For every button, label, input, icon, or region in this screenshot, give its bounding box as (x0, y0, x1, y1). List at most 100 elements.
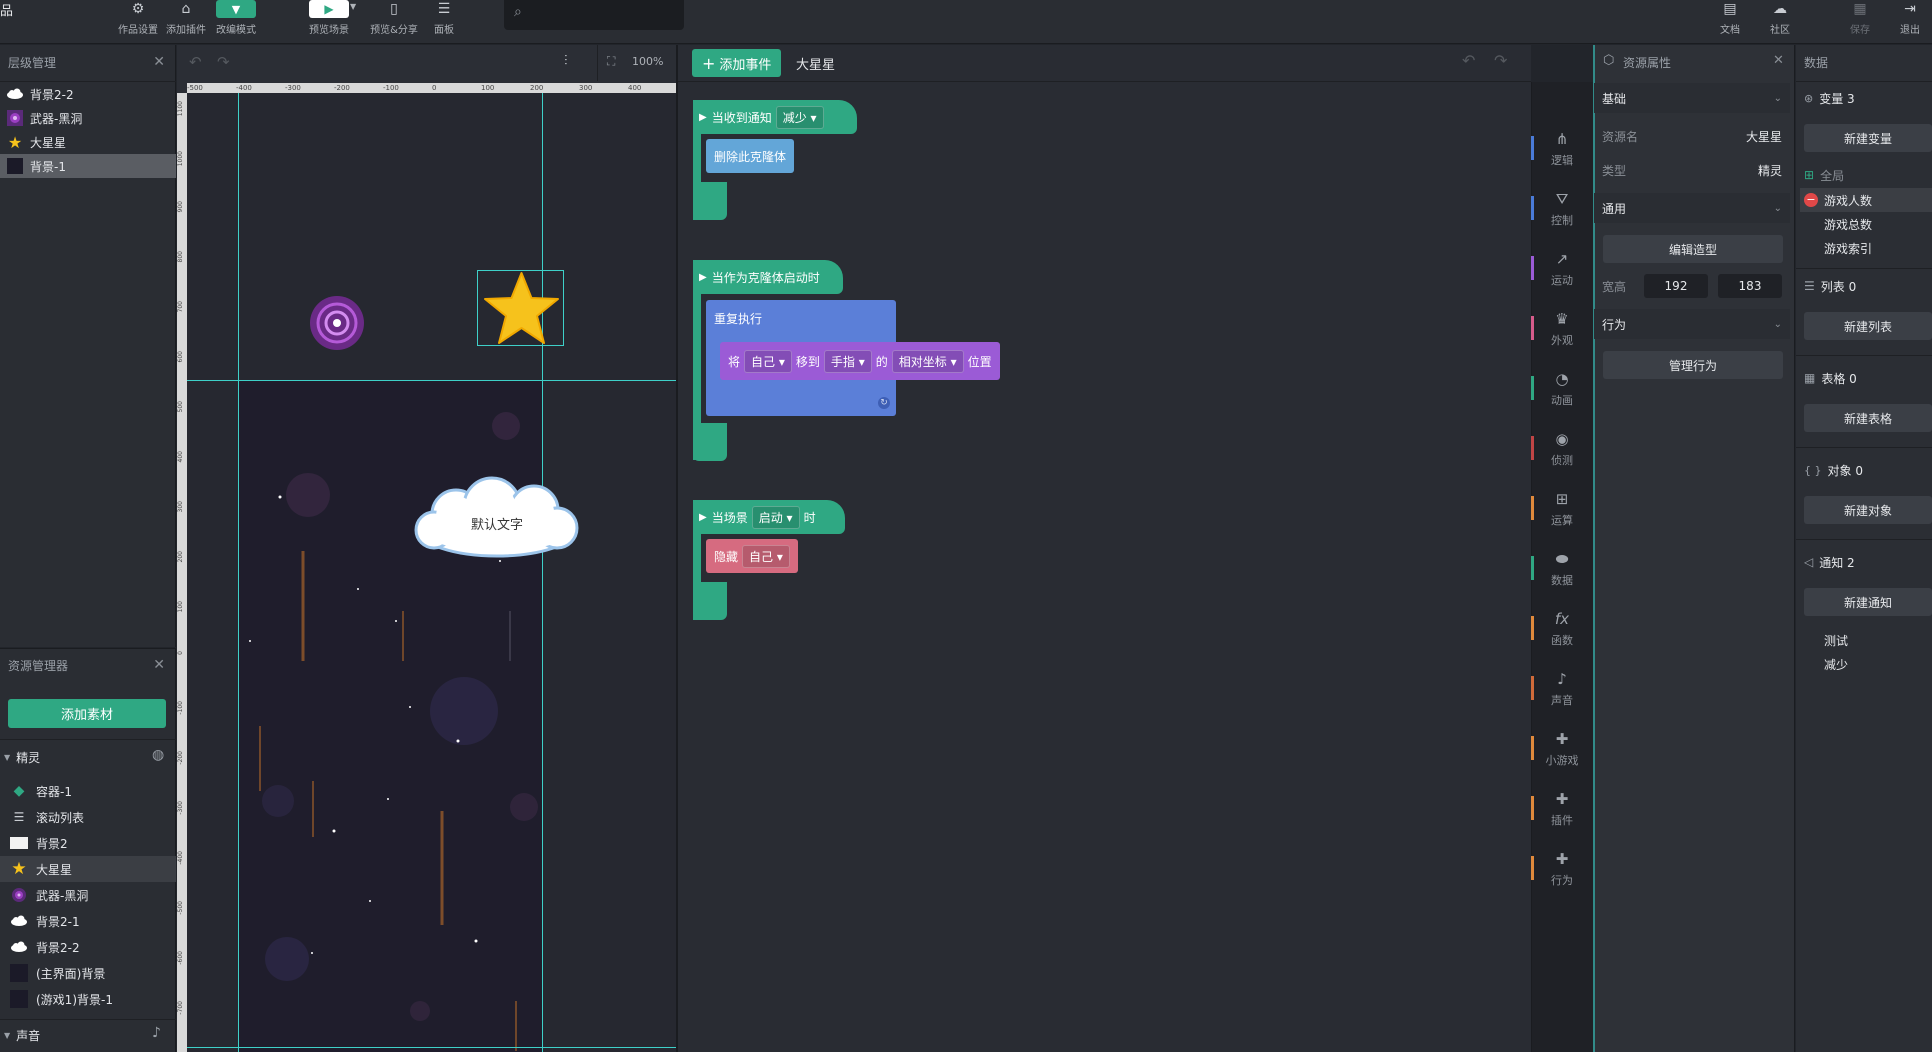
category-behavior[interactable]: ✚ 行为 (1534, 840, 1590, 898)
chevron-down-icon: ⌄ (1773, 92, 1782, 104)
scene-state-dropdown[interactable]: 启动 ▾ (751, 505, 800, 529)
ruler-tick-label: -400 (177, 851, 184, 865)
blackhole-sprite[interactable] (309, 295, 365, 351)
category-looks[interactable]: ♛ 外观 (1534, 300, 1590, 358)
zoom-level[interactable]: 100% (632, 55, 663, 68)
lists-header[interactable]: ☰ 列表 0 (1800, 274, 1932, 298)
category-animation[interactable]: ◔ 动画 (1534, 360, 1590, 418)
exit-button[interactable]: ⇥ 退出 (1890, 0, 1930, 44)
move-to-block[interactable]: 将 自己 ▾ 移到 手指 ▾ 的 相对坐标 ▾ 位置 (720, 342, 1000, 380)
redo-icon[interactable]: ↷ (1494, 51, 1507, 70)
when-scene-block[interactable]: ▶ 当场景 启动 ▾ 时 (693, 500, 845, 534)
star-sprite-selection[interactable] (477, 270, 564, 346)
sprite-item[interactable]: 武器-黑洞 (0, 882, 176, 908)
objects-header[interactable]: { } 对象 0 (1800, 458, 1932, 482)
variable-item[interactable]: 游戏索引 (1800, 236, 1932, 260)
ruler-tick-label: -600 (177, 951, 184, 965)
new-variable-button[interactable]: 新建变量 (1804, 124, 1932, 152)
when-receive-notice-block[interactable]: ▶ 当收到通知 减少 ▾ (693, 100, 857, 134)
remove-icon[interactable]: − (1804, 193, 1818, 207)
when-clone-start-block[interactable]: ▶ 当作为克隆体启动时 (693, 260, 843, 294)
add-asset-button[interactable]: 添加素材 (8, 699, 166, 728)
height-input[interactable]: 183 (1718, 274, 1782, 298)
layer-item[interactable]: ★ 大星星 (0, 130, 176, 154)
sound-section-header[interactable]: ▼ 声音 (4, 1027, 40, 1044)
redo-icon[interactable]: ↷ (217, 53, 230, 71)
new-list-button[interactable]: 新建列表 (1804, 312, 1932, 340)
remix-mode-button[interactable]: ▼ 改编模式 (214, 0, 258, 44)
sprite-item[interactable]: 背景2 (0, 830, 176, 856)
close-icon[interactable]: ✕ (1773, 53, 1784, 68)
edit-shape-button[interactable]: 编辑造型 (1603, 235, 1783, 263)
sprite-item[interactable]: 背景2-2 (0, 934, 176, 960)
target-dropdown[interactable]: 手指 ▾ (823, 349, 872, 373)
behavior-section-header[interactable]: 行为 ⌄ (1594, 309, 1790, 339)
category-data[interactable]: ⬬ 数据 (1534, 540, 1590, 598)
cloud-sprite[interactable]: 默认文字 (412, 476, 582, 568)
notice-dropdown[interactable]: 减少 ▾ (775, 105, 824, 129)
properties-title: 资源属性 (1623, 56, 1672, 70)
new-notice-button[interactable]: 新建通知 (1804, 588, 1932, 616)
save-button[interactable]: ▦ 保存 (1840, 0, 1880, 44)
layer-item[interactable]: 武器-黑洞 (0, 106, 176, 130)
sprite-item-selected[interactable]: ★ 大星星 (0, 856, 176, 882)
hide-target-dropdown[interactable]: 自己 ▾ (742, 544, 790, 568)
general-section-header[interactable]: 通用 ⌄ (1594, 193, 1790, 223)
sprite-item[interactable]: ☰ 滚动列表 (0, 804, 176, 830)
add-event-button[interactable]: + 添加事件 (692, 49, 782, 77)
chevron-down-icon[interactable]: ▼ (350, 2, 356, 11)
fit-screen-icon[interactable]: ⛶ (607, 54, 615, 69)
manage-behavior-button[interactable]: 管理行为 (1603, 351, 1783, 379)
self-dropdown[interactable]: 自己 ▾ (744, 349, 792, 373)
width-input[interactable]: 192 (1644, 274, 1708, 298)
preview-share-button[interactable]: ▯ 预览&分享 (366, 0, 422, 44)
category-logic[interactable]: ⋔ 逻辑 (1534, 120, 1590, 178)
layer-item-selected[interactable]: 背景-1 (0, 154, 176, 178)
microphone-icon[interactable]: ♪ (152, 1025, 161, 1041)
basic-section-header[interactable]: 基础 ⌄ (1594, 83, 1790, 113)
cube-outline-icon: ⬡ (1603, 53, 1615, 68)
category-minigame[interactable]: ✚ 小游戏 (1534, 720, 1590, 778)
sprite-item[interactable]: 背景2-1 (0, 908, 176, 934)
variable-item[interactable]: 游戏总数 (1800, 212, 1932, 236)
category-function[interactable]: fx 函数 (1534, 600, 1590, 658)
new-table-button[interactable]: 新建表格 (1804, 404, 1932, 432)
project-settings-button[interactable]: ⚙ 作品设置 (116, 0, 160, 44)
notice-item[interactable]: 减少 (1800, 652, 1932, 676)
close-icon[interactable]: ✕ (153, 657, 165, 673)
category-plugin[interactable]: ✚ 插件 (1534, 780, 1590, 838)
sprite-section-header[interactable]: ▼ 精灵 (4, 749, 40, 766)
category-sound[interactable]: ♪ 声音 (1534, 660, 1590, 718)
panel-button[interactable]: ☰ 面板 (424, 0, 464, 44)
add-plugin-button[interactable]: ⌂ 添加插件 (164, 0, 208, 44)
category-sensing[interactable]: ◉ 侦测 (1534, 420, 1590, 478)
variables-header[interactable]: ⊛ 变量 3 (1800, 86, 1932, 110)
category-motion[interactable]: ↗ 运动 (1534, 240, 1590, 298)
palette-icon[interactable]: ◍ (152, 747, 164, 763)
close-icon[interactable]: ✕ (153, 54, 165, 70)
search-input[interactable]: ⌕ (504, 0, 684, 30)
new-object-button[interactable]: 新建对象 (1804, 496, 1932, 524)
stage-canvas[interactable]: 默认文字 (187, 93, 676, 1052)
community-button[interactable]: ☁ 社区 (1760, 0, 1800, 44)
docs-button[interactable]: ▤ 文档 (1710, 0, 1750, 44)
tables-header[interactable]: ▦ 表格 0 (1800, 366, 1932, 390)
notice-item[interactable]: 测试 (1800, 628, 1932, 652)
phone-icon: ▯ (390, 1, 398, 17)
variable-item-selected[interactable]: − 游戏人数 (1800, 188, 1932, 212)
category-control[interactable]: ⛛ 控制 (1534, 180, 1590, 238)
undo-icon[interactable]: ↶ (1462, 51, 1475, 70)
delete-clone-block[interactable]: 删除此克隆体 (706, 139, 795, 173)
coordinate-dropdown[interactable]: 相对坐标 ▾ (891, 349, 964, 373)
blackhole-icon (10, 887, 28, 903)
sprite-item[interactable]: (主界面)背景 (0, 960, 176, 986)
notices-header[interactable]: ◁ 通知 2 (1800, 550, 1932, 574)
hide-block[interactable]: 隐藏 自己 ▾ (706, 539, 798, 573)
undo-icon[interactable]: ↶ (189, 53, 202, 71)
layer-item[interactable]: 背景2-2 (0, 82, 176, 106)
sprite-item[interactable]: ◆ 容器-1 (0, 778, 176, 804)
category-operator[interactable]: ⊞ 运算 (1534, 480, 1590, 538)
sprite-item[interactable]: (游戏1)背景-1 (0, 986, 176, 1012)
settings-sliders-icon[interactable]: ⫶ (564, 53, 568, 69)
preview-scene-button[interactable]: ▶ 预览场景 (304, 0, 354, 44)
